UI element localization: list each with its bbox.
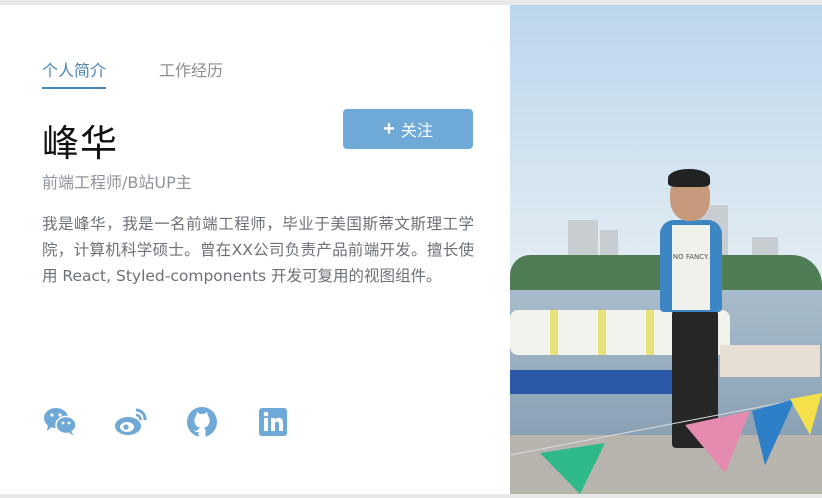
tab-profile[interactable]: 个人简介 [42,57,107,89]
photo-person-shirt: NO FANCY. [672,225,710,310]
profile-title: 前端工程师/B站UP主 [42,173,192,192]
profile-photo: NO FANCY. [510,5,822,494]
plus-icon: + [383,118,395,140]
follow-button-label: 关注 [400,123,433,140]
profile-card: 个人简介 工作经历 峰华 + 关注 前端工程师/B站UP主 我是峰华，我是一名前… [0,5,822,494]
tab-bar: 个人简介 工作经历 [42,57,276,89]
photo-bunting-flags [510,393,822,494]
follow-button[interactable]: + 关注 [343,109,473,149]
wechat-icon[interactable] [42,405,78,439]
photo-pier [720,345,820,377]
profile-panel: 个人简介 工作经历 峰华 + 关注 前端工程师/B站UP主 我是峰华，我是一名前… [0,5,510,494]
shirt-print: NO FANCY. [672,253,710,261]
linkedin-icon[interactable] [255,405,291,439]
profile-bio: 我是峰华，我是一名前端工程师，毕业于美国斯蒂文斯理工学院，计算机科学硕士。曾在X… [42,215,474,285]
profile-name: 峰华 [42,122,118,165]
social-links [42,405,291,439]
weibo-icon[interactable] [113,405,149,439]
tab-work-experience[interactable]: 工作经历 [159,57,223,89]
github-icon[interactable] [184,405,220,439]
photo-person-hair [668,169,710,187]
